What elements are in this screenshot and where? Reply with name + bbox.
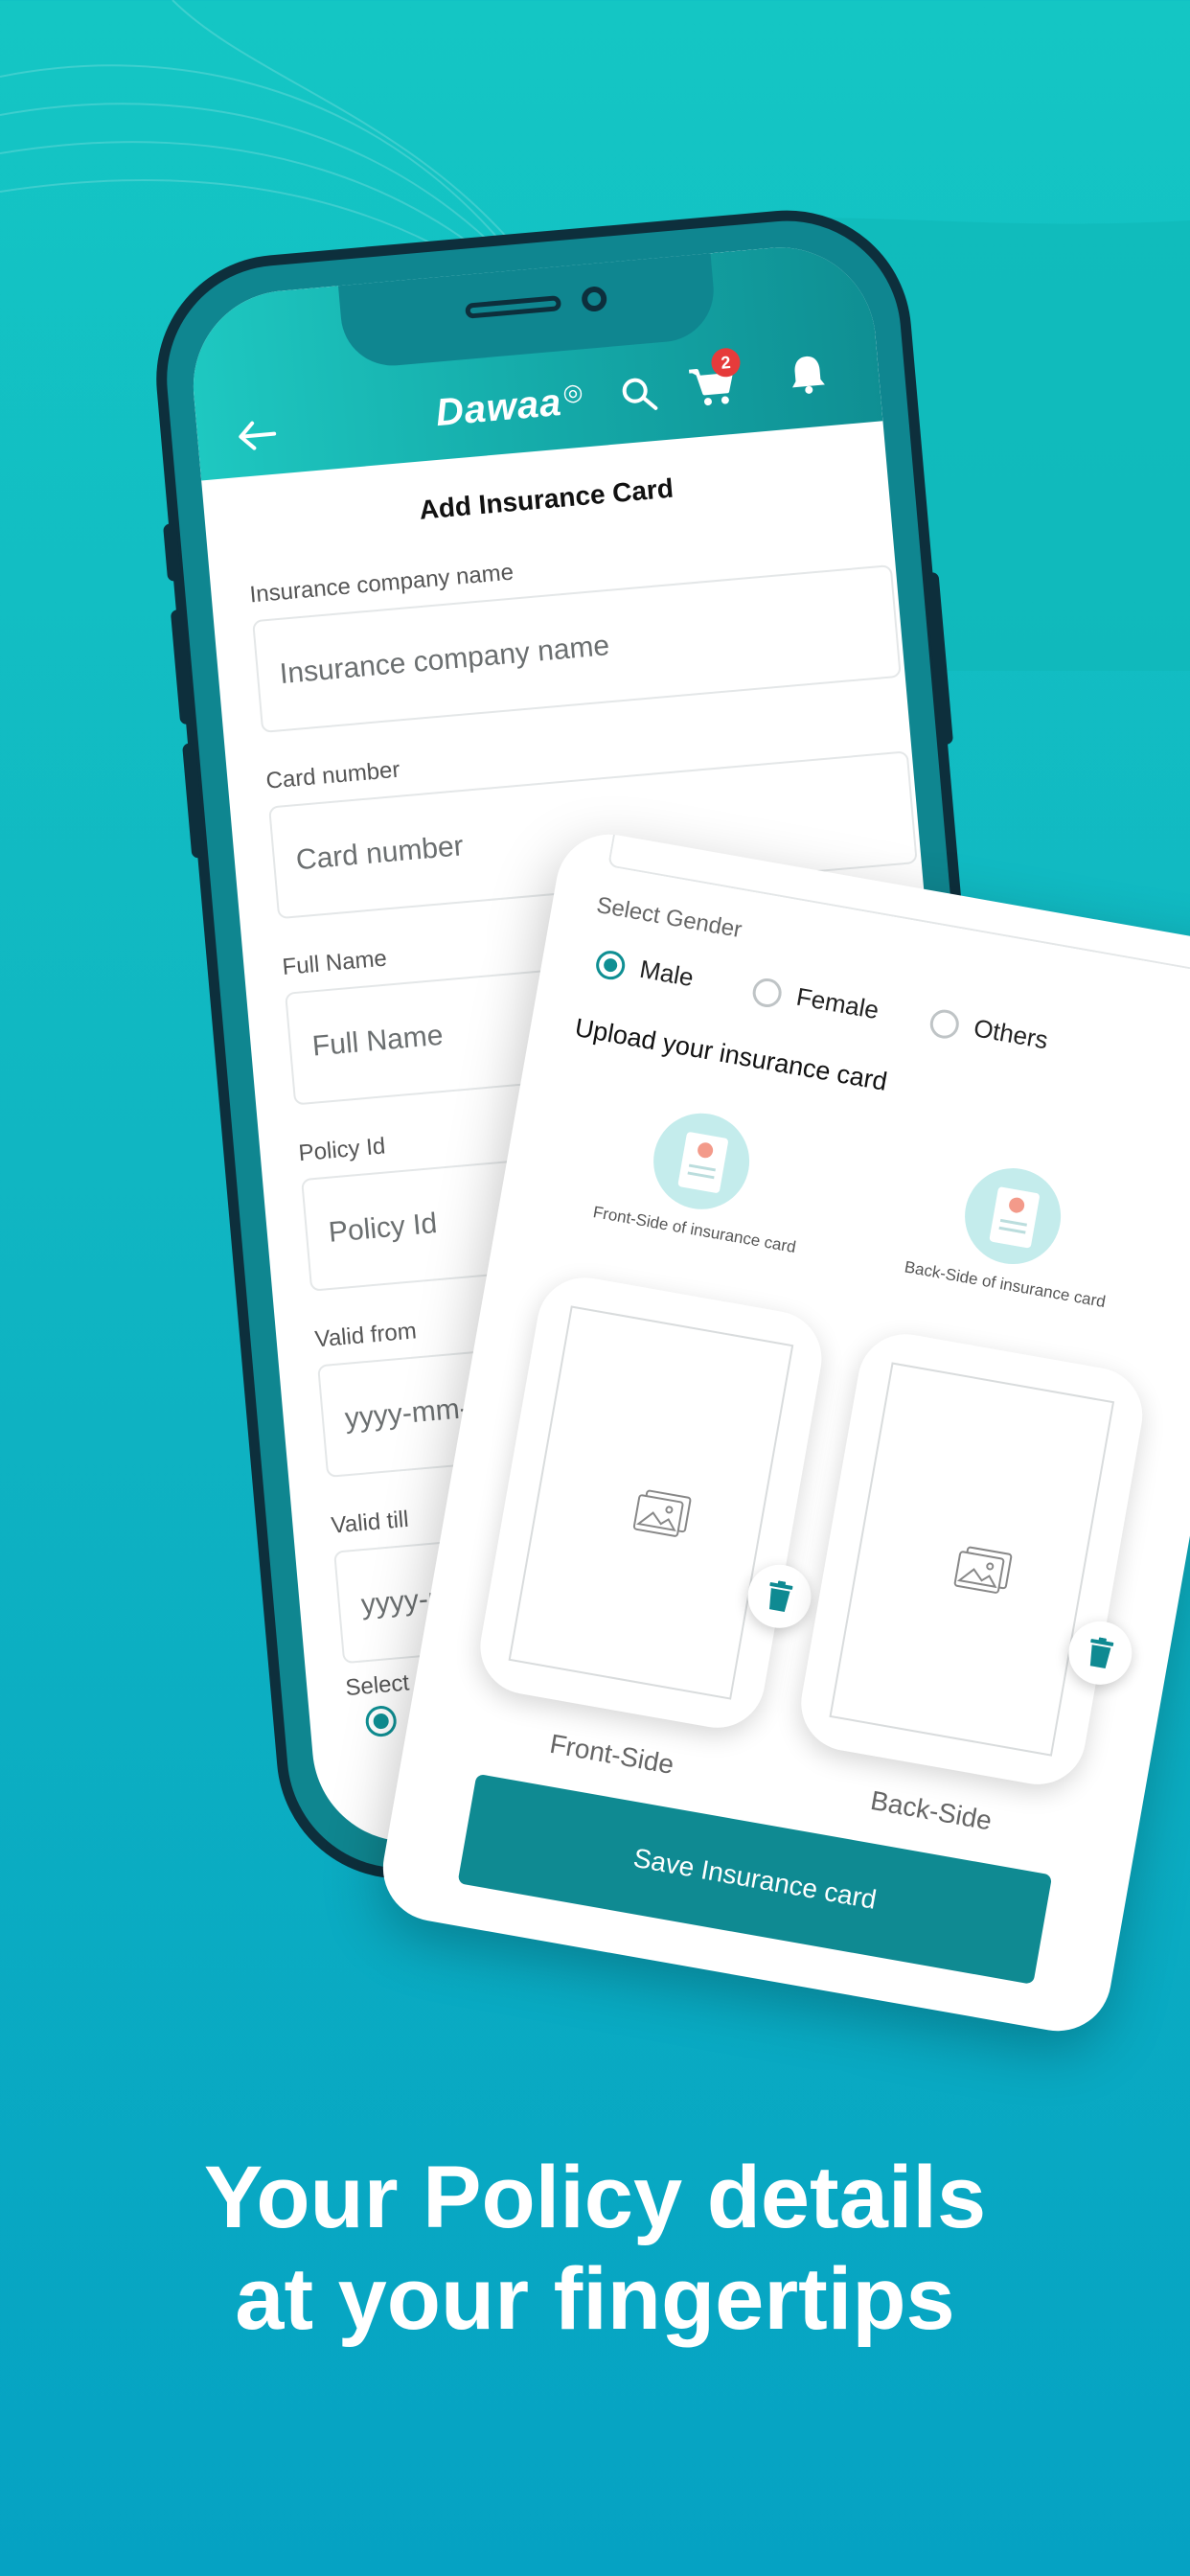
radio-others[interactable] xyxy=(927,1007,962,1042)
radio-male[interactable] xyxy=(364,1704,399,1738)
front-side-upload-box[interactable] xyxy=(472,1270,830,1736)
headline-line-2: at your fingertips xyxy=(235,2250,955,2348)
policy-id-label: Policy Id xyxy=(297,1133,387,1167)
back-arrow-icon[interactable] xyxy=(235,416,280,454)
upload-heading: Upload your insurance card xyxy=(572,1012,890,1096)
full-name-label: Full Name xyxy=(281,945,388,980)
input-placeholder: Full Name xyxy=(310,1019,445,1063)
marketing-headline: Your Policy details at your fingertips xyxy=(0,2147,1190,2350)
headline-line-1: Your Policy details xyxy=(203,2149,987,2246)
image-placeholder-icon xyxy=(953,1546,1013,1594)
input-placeholder: Insurance company name xyxy=(278,630,611,691)
search-icon[interactable] xyxy=(618,374,659,415)
logo-mark-icon: ◎ xyxy=(561,379,585,407)
card-number-label: Card number xyxy=(264,756,401,794)
radio-female[interactable] xyxy=(750,976,785,1010)
back-side-caption: Back-Side of insurance card xyxy=(903,1257,1108,1312)
front-side-label: Front-Side xyxy=(547,1728,676,1781)
image-placeholder-icon xyxy=(632,1489,692,1537)
input-placeholder: Card number xyxy=(294,830,465,877)
radio-male[interactable] xyxy=(593,948,628,982)
radio-others-label: Others xyxy=(972,1013,1051,1055)
radio-male-label: Male xyxy=(637,954,697,993)
gender-label: Select Gender xyxy=(594,891,744,944)
app-logo[interactable]: Dawaa◎ xyxy=(434,378,586,435)
document-paper xyxy=(677,1131,729,1194)
front-side-caption: Front-Side of insurance card xyxy=(591,1203,798,1257)
back-side-upload-box[interactable] xyxy=(793,1326,1151,1792)
document-icon[interactable] xyxy=(957,1161,1069,1272)
speaker-icon xyxy=(465,295,562,319)
input-placeholder: Policy Id xyxy=(327,1208,439,1249)
document-paper xyxy=(989,1186,1041,1249)
valid-from-label: Valid from xyxy=(313,1318,418,1353)
radio-female-label: Female xyxy=(793,981,881,1025)
trash-icon xyxy=(1089,1637,1114,1668)
back-side-preview xyxy=(829,1362,1115,1757)
front-side-preview xyxy=(508,1305,794,1700)
logo-text: Dawaa xyxy=(434,380,564,435)
back-side-label: Back-Side xyxy=(868,1784,995,1836)
trash-icon xyxy=(769,1580,793,1612)
document-icon[interactable] xyxy=(646,1105,758,1217)
camera-icon xyxy=(581,285,608,313)
bell-icon[interactable] xyxy=(787,351,829,396)
valid-till-label: Valid till xyxy=(330,1506,410,1539)
